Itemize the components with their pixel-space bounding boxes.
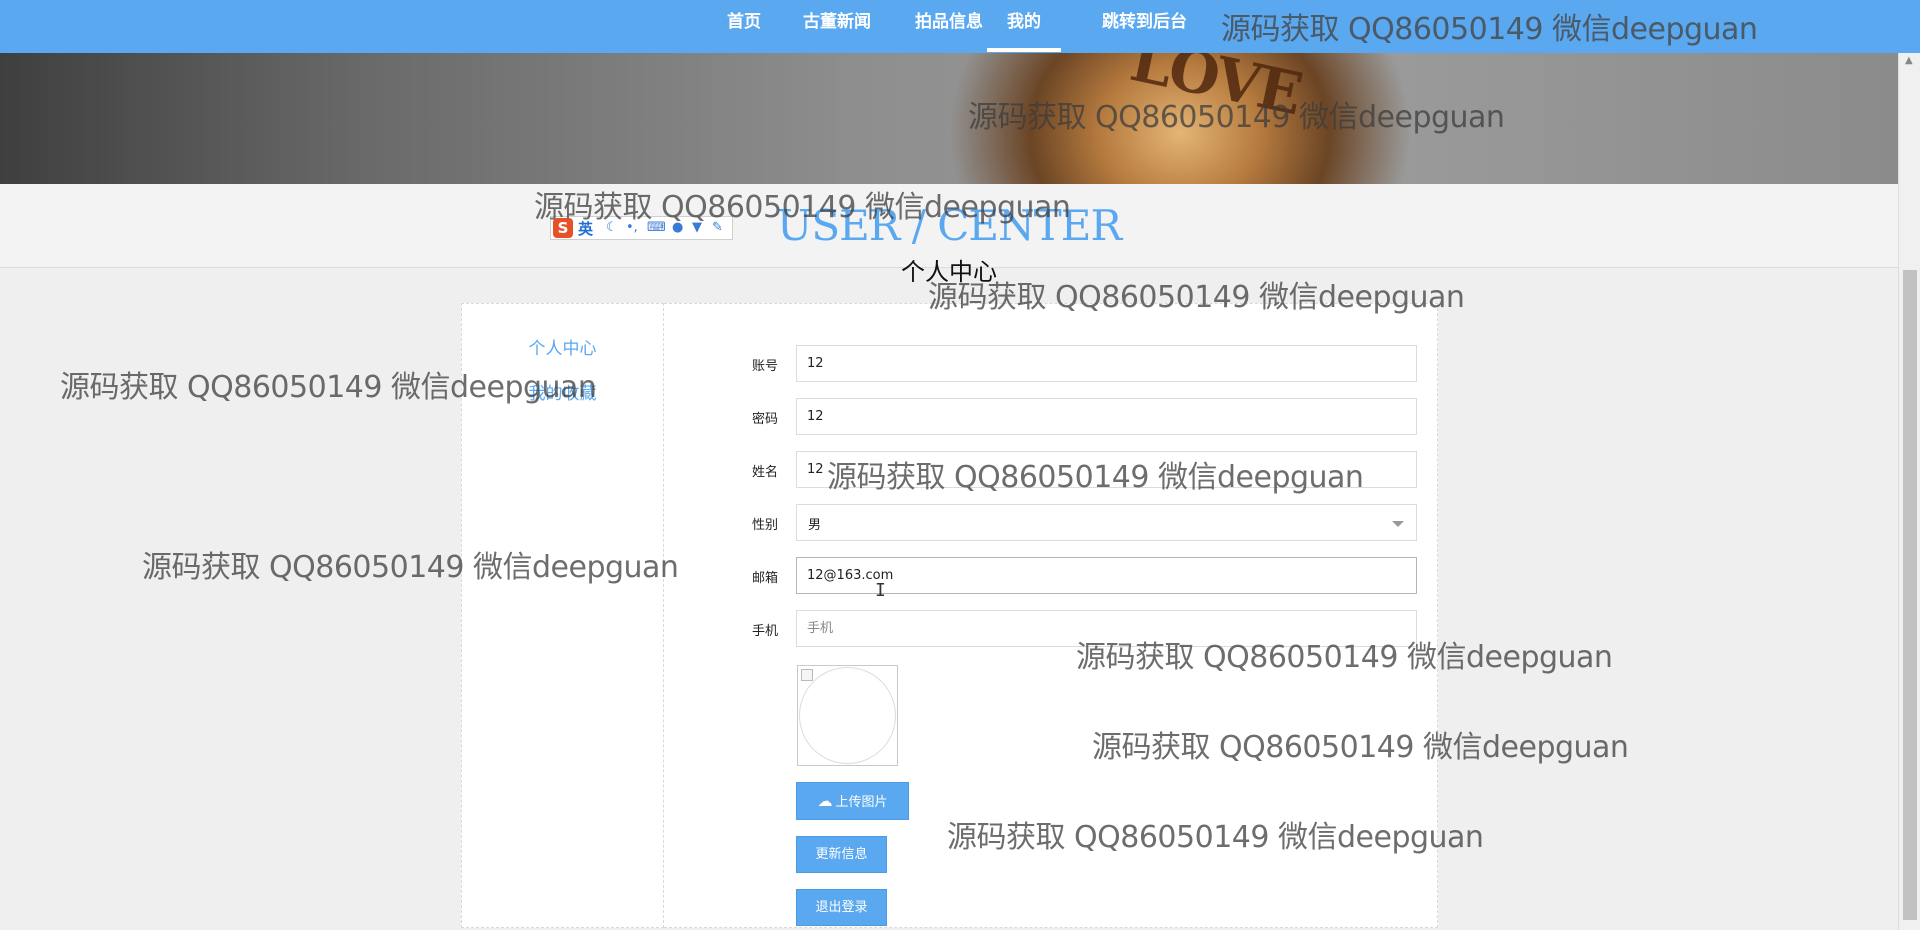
upload-image-label: 上传图片 [835,795,888,810]
watermark-text: 源码获取 QQ86050149 微信deepguan [827,460,1364,495]
logout-button[interactable]: 退出登录 [796,889,887,926]
avatar-circle [799,667,896,764]
banner-image: LOVE [0,53,1898,184]
gender-label: 性别 [752,518,779,533]
password-field[interactable] [796,398,1417,435]
nav-item-go-to-admin[interactable]: 跳转到后台 [1102,0,1187,53]
scroll-up-arrow-icon[interactable]: ▲ [1905,55,1913,66]
watermark-text: 源码获取 QQ86050149 微信deepguan [534,190,1071,225]
gender-selected-value: 男 [808,518,822,533]
watermark-text: 源码获取 QQ86050149 微信deepguan [142,550,679,585]
watermark-text: 源码获取 QQ86050149 微信deepguan [1092,730,1629,765]
watermark-text: 源码获取 QQ86050149 微信deepguan [928,280,1465,315]
nav-item-lot-info[interactable]: 拍品信息 [915,0,983,53]
sidebar-item-user-center[interactable]: 个人中心 [462,334,663,359]
broken-image-icon [801,669,813,681]
chevron-down-icon [1392,521,1404,527]
name-label: 姓名 [752,465,779,480]
update-info-button[interactable]: 更新信息 [796,836,887,873]
upload-image-button[interactable]: ☁ 上传图片 [796,782,909,820]
watermark-text: 源码获取 QQ86050149 微信deepguan [968,100,1505,135]
text-cursor-icon: I [875,580,886,601]
account-field[interactable] [796,345,1417,382]
email-label: 邮箱 [752,571,779,586]
gender-select[interactable]: 男 [796,504,1417,541]
scrollbar-thumb[interactable] [1903,270,1917,920]
watermark-text: 源码获取 QQ86050149 微信deepguan [60,370,597,405]
phone-label: 手机 [752,624,779,639]
account-label: 账号 [752,359,779,374]
password-label: 密码 [752,412,779,427]
email-field[interactable] [796,557,1417,594]
cloud-upload-icon: ☁ [817,792,833,810]
watermark-text: 源码获取 QQ86050149 微信deepguan [947,820,1484,855]
watermark-text: 源码获取 QQ86050149 微信deepguan [1076,640,1613,675]
nav-item-mine[interactable]: 我的 [987,0,1061,53]
nav-item-home[interactable]: 首页 [727,0,761,53]
avatar [797,665,898,766]
page-scrollbar[interactable]: ▲ [1898,53,1920,930]
watermark-text: 源码获取 QQ86050149 微信deepguan [1221,12,1758,47]
nav-item-antique-news[interactable]: 古董新闻 [803,0,871,53]
